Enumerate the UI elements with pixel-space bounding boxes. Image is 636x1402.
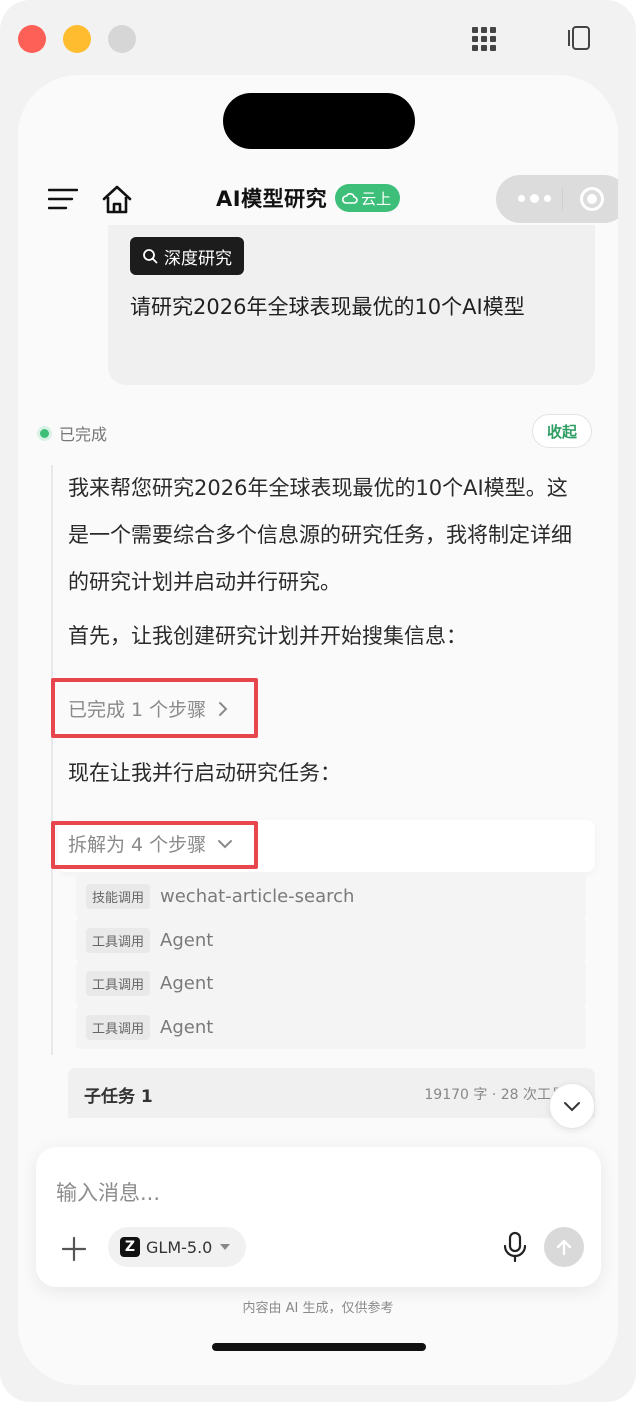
tool-call-item[interactable]: 工具调用 Agent	[76, 918, 586, 962]
home-indicator[interactable]	[212, 1343, 426, 1351]
capsule-divider	[562, 188, 563, 210]
zoom-window-button[interactable]	[108, 25, 136, 53]
microphone-icon[interactable]	[500, 1231, 530, 1263]
tool-call-tag: 工具调用	[86, 1014, 151, 1040]
completion-status: 已完成	[40, 421, 107, 445]
send-button[interactable]	[544, 1227, 584, 1267]
tool-call-name: wechat-article-search	[160, 886, 355, 908]
tool-call-item[interactable]: 工具调用 Agent	[76, 1005, 586, 1049]
tool-call-name: Agent	[160, 929, 214, 951]
status-dot-icon	[40, 428, 49, 438]
title-group: AI模型研究 云上	[216, 183, 401, 213]
deep-research-label: 深度研究	[164, 248, 232, 269]
collapse-button[interactable]: 收起	[532, 414, 593, 448]
minimize-window-button[interactable]	[63, 25, 91, 53]
phone-frame: AI模型研究 云上 深度研究 请研究2026年全球表现最优的10个AI模型 已完…	[18, 75, 618, 1385]
subtask-meta: 19170 字 · 28 次工具	[424, 1087, 565, 1103]
app-window: AI模型研究 云上 深度研究 请研究2026年全球表现最优的10个AI模型 已完…	[0, 0, 636, 1402]
tool-call-item[interactable]: 技能调用 wechat-article-search	[76, 875, 586, 919]
caret-down-icon	[220, 1244, 231, 1250]
home-icon[interactable]	[100, 183, 134, 217]
grid-icon[interactable]	[472, 27, 496, 51]
cloud-icon	[342, 193, 358, 204]
subtask-card[interactable]: 子任务 1 19170 字 · 28 次工具	[68, 1068, 595, 1118]
more-options-icon[interactable]	[518, 194, 551, 203]
deep-research-tag: 深度研究	[130, 237, 244, 275]
assistant-paragraph-3: 现在让我并行启动研究任务：	[68, 761, 341, 785]
tool-call-tag: 工具调用	[86, 927, 151, 953]
dynamic-island	[223, 93, 415, 149]
message-composer: Z GLM-5.0	[36, 1147, 601, 1287]
page-title: AI模型研究	[216, 187, 328, 211]
search-icon	[143, 249, 158, 264]
chevron-down-icon	[564, 1102, 580, 1112]
tool-call-tag: 技能调用	[86, 884, 151, 910]
highlight-box	[51, 821, 258, 869]
tool-call-list: 技能调用 wechat-article-search 工具调用 Agent 工具…	[76, 875, 586, 1049]
ai-disclaimer: 内容由 AI 生成，仅供参考	[242, 1301, 394, 1316]
sidebar-toggle-icon[interactable]	[565, 24, 593, 52]
model-name: GLM-5.0	[146, 1237, 213, 1257]
message-input[interactable]	[56, 1175, 456, 1211]
menu-icon[interactable]	[48, 187, 78, 211]
arrow-up-icon	[556, 1239, 572, 1256]
tool-call-name: Agent	[160, 1016, 214, 1038]
cloud-status-badge[interactable]: 云上	[335, 184, 401, 212]
highlight-box	[51, 678, 258, 738]
tool-call-item[interactable]: 工具调用 Agent	[76, 962, 586, 1006]
tool-call-name: Agent	[160, 973, 214, 995]
scroll-to-bottom-button[interactable]	[549, 1083, 595, 1129]
window-controls	[18, 25, 136, 53]
model-logo-icon: Z	[120, 1237, 140, 1257]
assistant-paragraph-2: 首先，让我创建研究计划并开始搜集信息：	[68, 624, 467, 648]
assistant-paragraph-1: 我来帮您研究2026年全球表现最优的10个AI模型。这是一个需要综合多个信息源的…	[68, 476, 572, 594]
close-window-button[interactable]	[18, 25, 46, 53]
model-selector[interactable]: Z GLM-5.0	[108, 1227, 247, 1267]
plus-icon[interactable]	[60, 1235, 88, 1263]
subtask-title: 子任务 1	[84, 1087, 153, 1107]
miniprogram-capsule	[496, 175, 618, 223]
status-label: 已完成	[59, 425, 108, 444]
tool-call-tag: 工具调用	[86, 971, 151, 997]
close-miniprogram-icon[interactable]	[580, 187, 604, 211]
top-bar: AI模型研究 云上	[18, 175, 618, 225]
user-message-bubble: 深度研究 请研究2026年全球表现最优的10个AI模型	[108, 225, 595, 385]
cloud-badge-label: 云上	[361, 189, 392, 208]
thread-line	[51, 465, 53, 1055]
user-message-text: 请研究2026年全球表现最优的10个AI模型	[130, 295, 525, 319]
